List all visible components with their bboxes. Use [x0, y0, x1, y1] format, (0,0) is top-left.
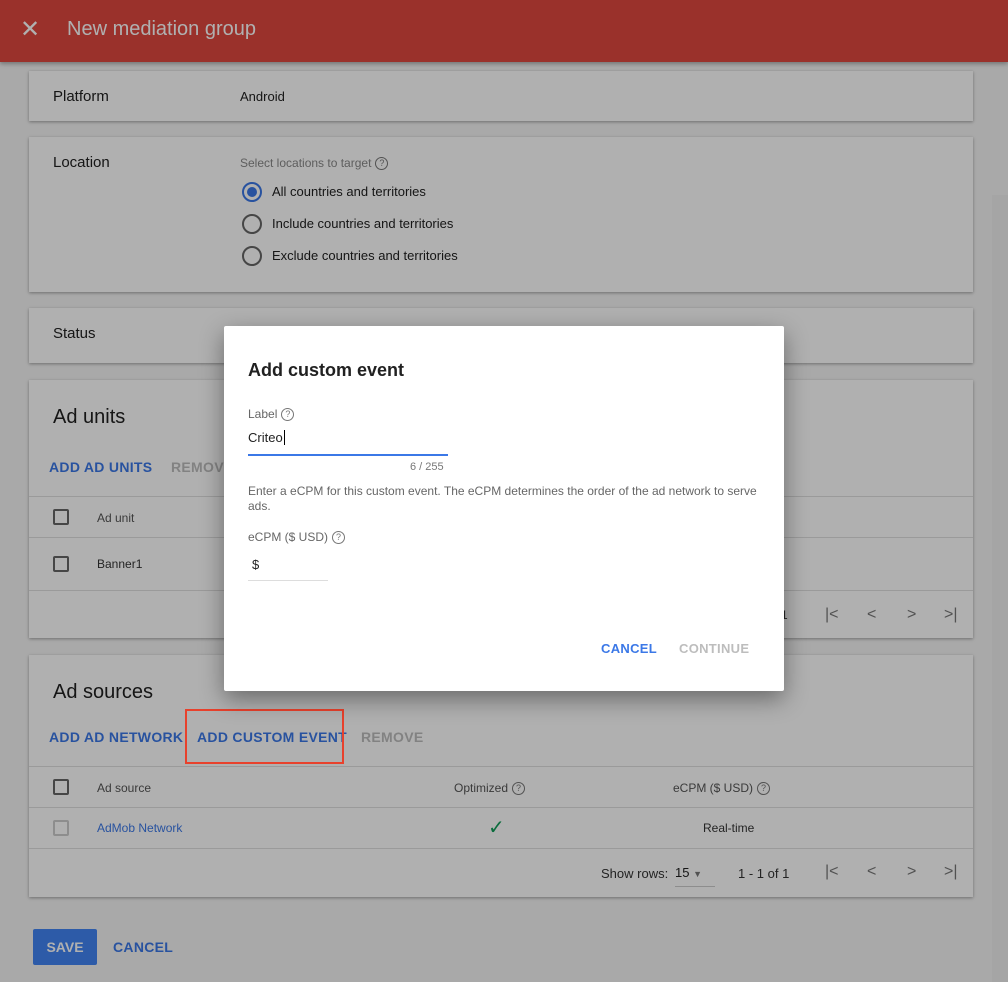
help-icon[interactable]: ? — [332, 531, 346, 545]
help-icon[interactable]: ? — [281, 408, 295, 422]
label-field-text: Label — [248, 407, 278, 421]
text-cursor — [283, 430, 285, 445]
char-counter: 6 / 255 — [410, 461, 444, 473]
label-input[interactable]: Criteo — [248, 430, 448, 456]
ecpm-field-label: eCPM ($ USD)? — [248, 530, 346, 545]
ecpm-field-text: eCPM ($ USD) — [248, 530, 329, 544]
add-custom-event-dialog: Add custom event Label? Criteo 6 / 255 E… — [224, 326, 784, 691]
highlight-box — [185, 709, 344, 764]
currency-prefix: $ — [252, 557, 260, 572]
ecpm-description: Enter a eCPM for this custom event. The … — [248, 484, 757, 513]
dialog-cancel-button[interactable]: CANCEL — [601, 641, 657, 656]
label-field-label: Label? — [248, 407, 295, 422]
label-input-value: Criteo — [248, 430, 283, 445]
dialog-title: Add custom event — [248, 360, 405, 380]
ecpm-input[interactable]: $ — [248, 554, 328, 581]
dialog-continue-button[interactable]: CONTINUE — [679, 641, 749, 656]
